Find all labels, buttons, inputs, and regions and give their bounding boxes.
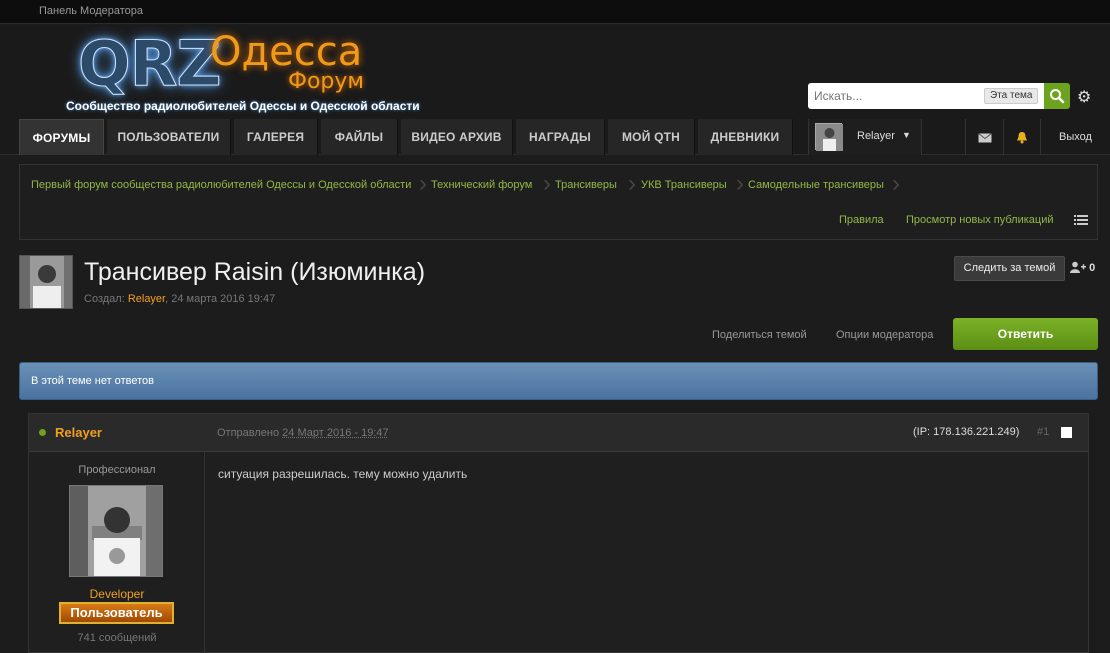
post-date-value[interactable]: 24 Март 2016 - 19:47	[282, 427, 388, 439]
site-logo[interactable]: QRZ Одесса Форум Сообщество радиолюбител…	[30, 27, 430, 117]
post-content: ситуация разрешилась. тему можно удалить	[218, 467, 468, 481]
author-post-count: 741 сообщений	[77, 632, 157, 644]
author-rank: Профессионал	[78, 464, 156, 476]
tab-diaries[interactable]: ДНЕВНИКИ	[698, 119, 793, 155]
tab-my-qth[interactable]: МОЙ QTH	[608, 119, 695, 155]
logout-link[interactable]: Выход	[1040, 119, 1110, 155]
search-icon	[1050, 89, 1065, 104]
user-name: Relayer	[857, 130, 895, 142]
chevron-down-icon: ▼	[902, 130, 911, 140]
post-ip[interactable]: (IP: 178.136.221.249)	[913, 426, 1019, 438]
page-title: Трансивер Raisin (Изюминка)	[84, 258, 426, 286]
tab-gallery[interactable]: ГАЛЕРЕЯ	[234, 119, 318, 155]
moderator-panel-link[interactable]: Панель Модератора	[39, 5, 143, 17]
chevron-right-icon: ›	[628, 170, 636, 197]
breadcrumb-item[interactable]: УКВ Трансиверы	[641, 165, 727, 205]
avatar	[815, 123, 843, 151]
search-scope[interactable]: Эта тема	[984, 88, 1039, 104]
share-topic-link[interactable]: Поделиться темой	[712, 329, 807, 341]
tab-forums[interactable]: ФОРУМЫ	[19, 119, 104, 155]
new-posts-link[interactable]: Просмотр новых публикаций	[906, 214, 1054, 226]
post-number-link[interactable]: #1	[1037, 426, 1049, 438]
main-nav: ФОРУМЫ ПОЛЬЗОВАТЕЛИ ГАЛЕРЕЯ ФАЙЛЫ ВИДЕО …	[0, 119, 1110, 155]
users-icon	[1070, 261, 1086, 273]
tab-awards[interactable]: НАГРАДЫ	[516, 119, 605, 155]
post-date: Отправлено 24 Март 2016 - 19:47	[217, 427, 389, 439]
post-author-avatar[interactable]	[69, 485, 163, 577]
notifications-button[interactable]	[1003, 119, 1040, 155]
logo-forum-word: Форум	[288, 69, 364, 94]
post-author-info: Профессионал Developer Пользователь 741 …	[29, 452, 205, 653]
created-label: Создал:	[84, 293, 128, 305]
gear-icon[interactable]: ⚙	[1077, 87, 1091, 107]
topic-author-avatar[interactable]	[19, 255, 73, 309]
follow-topic-button[interactable]: Следить за темой	[954, 256, 1065, 281]
top-bar: Панель Модератора	[0, 0, 1110, 24]
chevron-right-icon: ›	[892, 170, 900, 197]
sent-label: Отправлено	[217, 427, 283, 439]
user-group-badge: Пользователь	[59, 602, 174, 624]
tab-files[interactable]: ФАЙЛЫ	[321, 119, 398, 155]
post-header: Relayer Отправлено 24 Март 2016 - 19:47 …	[29, 414, 1088, 452]
breadcrumb: Первый форум сообщества радиолюбителей О…	[19, 164, 1098, 240]
topic-date: , 24 марта 2016 19:47	[165, 293, 276, 305]
topic-meta: Создал: Relayer, 24 марта 2016 19:47	[84, 293, 275, 305]
logo-brand: QRZ	[77, 27, 221, 101]
followers-number: 0	[1089, 262, 1096, 274]
search-box: Эта тема	[808, 83, 1070, 109]
search-button[interactable]	[1044, 83, 1070, 109]
reply-button[interactable]: Ответить	[953, 318, 1098, 350]
list-icon[interactable]	[1074, 215, 1088, 225]
author-title: Developer	[89, 587, 145, 601]
no-replies-notice: В этой теме нет ответов	[19, 362, 1098, 400]
user-menu[interactable]: Relayer ▼	[808, 119, 922, 155]
followers-count[interactable]: 0	[1070, 261, 1095, 274]
breadcrumb-item[interactable]: Самодельные трансиверы	[748, 165, 884, 205]
post-select-checkbox[interactable]	[1061, 427, 1072, 438]
header: QRZ Одесса Форум Сообщество радиолюбител…	[0, 25, 1110, 119]
logo-slogan: Сообщество радиолюбителей Одессы и Одесс…	[66, 99, 420, 113]
bell-icon	[1017, 132, 1027, 144]
tab-users[interactable]: ПОЛЬЗОВАТЕЛИ	[107, 119, 231, 155]
tab-video-archive[interactable]: ВИДЕО АРХИВ	[401, 119, 513, 155]
topic-author-link[interactable]: Relayer	[128, 293, 165, 305]
envelope-icon	[977, 132, 992, 143]
messages-button[interactable]	[965, 119, 1003, 155]
rules-link[interactable]: Правила	[839, 214, 884, 226]
breadcrumb-item[interactable]: Технический форум	[431, 165, 532, 205]
post: Relayer Отправлено 24 Март 2016 - 19:47 …	[28, 413, 1089, 653]
post-author-link[interactable]: Relayer	[55, 425, 102, 440]
online-status-icon	[39, 429, 46, 436]
breadcrumb-item[interactable]: Первый форум сообщества радиолюбителей О…	[31, 165, 411, 205]
breadcrumb-item[interactable]: Трансиверы	[555, 165, 617, 205]
moderator-options-link[interactable]: Опции модератора	[836, 329, 933, 341]
